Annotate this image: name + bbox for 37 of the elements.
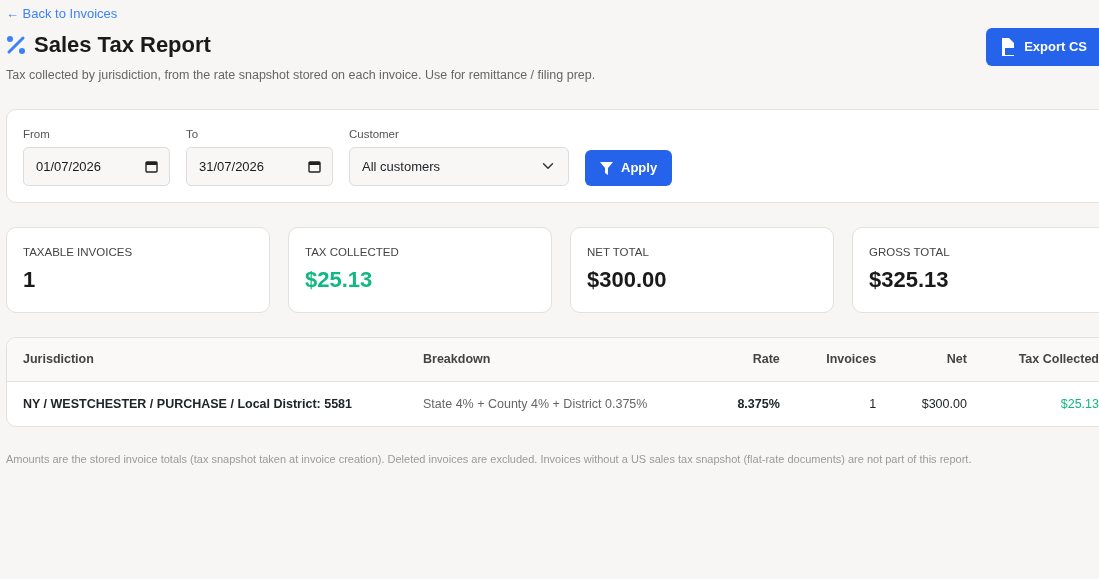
stat-value: $25.13 [305, 266, 374, 295]
percent-icon [6, 34, 26, 55]
column-header: Invoices [795, 337, 893, 382]
page-subtitle: Tax collected by jurisdiction, from the rate snapshot stored on each invoice. Use for remittance / filing prep. [6, 66, 596, 84]
table-cell: 1 [795, 381, 893, 427]
table-cell: $25.13 [982, 381, 1099, 427]
field-label: Customer [349, 126, 400, 142]
column-header: Jurisdiction [7, 337, 407, 382]
table-cell: $300.00 [892, 381, 983, 427]
filter-icon [600, 161, 613, 175]
stat-label: GROSS TOTAL [869, 244, 951, 260]
table-cell: 8.375% [708, 381, 796, 427]
column-header: Tax Collected [982, 337, 1099, 382]
stat-label: TAXABLE INVOICES [23, 244, 134, 260]
export-button[interactable]: Export CS [986, 28, 1099, 66]
back-link[interactable]: ← Back to Invoices [6, 6, 118, 21]
date-field[interactable]: 31/07/2026 [186, 146, 333, 186]
table-cell: NY / WESTCHESTER / PURCHASE / Local District: 5581 [7, 381, 407, 427]
stat-label: TAX COLLECTED [305, 244, 400, 260]
column-header: Net [892, 337, 983, 382]
date-field[interactable]: 01/07/2026 [23, 146, 170, 186]
stat-label: NET TOTAL [587, 244, 650, 260]
column-header: Breakdown [407, 337, 709, 382]
csv-file-icon [1000, 37, 1017, 56]
stat-value: 1 [23, 266, 37, 295]
field-label: To [186, 126, 200, 142]
calendar-icon[interactable] [308, 159, 321, 173]
page-title: Sales Tax Report [34, 31, 211, 58]
calendar-icon[interactable] [145, 159, 158, 173]
table-cell: State 4% + County 4% + District 0.375% [407, 381, 709, 427]
stat-value: $325.13 [869, 266, 950, 295]
footnote: Amounts are the stored invoice totals (tax snapshot taken at invoice creation). Deleted invoices are excluded. Invoices without a US sales tax snapshot (flat-rate documents) are not part of this report. [6, 452, 973, 468]
apply-button[interactable]: Apply [585, 150, 673, 186]
stat-value: $300.00 [587, 266, 668, 295]
customer-select[interactable]: All customers [349, 146, 569, 186]
field-label: From [23, 126, 51, 142]
column-header: Rate [708, 337, 796, 382]
